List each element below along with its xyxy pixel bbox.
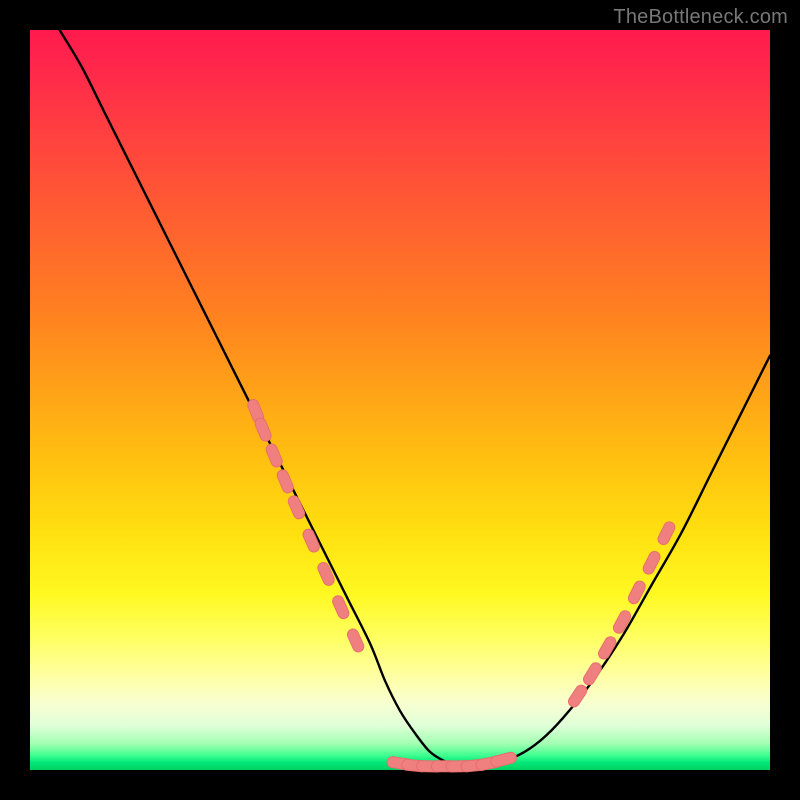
curve-marker	[276, 468, 296, 494]
curve-marker	[253, 416, 272, 442]
bottleneck-curve	[60, 30, 770, 767]
plot-area	[30, 30, 770, 770]
chart-stage: TheBottleneck.com	[0, 0, 800, 800]
optimal-band-markers	[246, 398, 677, 772]
curve-layer	[30, 30, 770, 770]
curve-marker	[490, 751, 518, 768]
curve-marker	[656, 520, 677, 546]
curve-marker	[627, 579, 648, 605]
watermark-text: TheBottleneck.com	[613, 6, 788, 29]
curve-marker	[566, 683, 588, 709]
curve-marker	[346, 627, 366, 653]
curve-marker	[264, 442, 284, 468]
curve-marker	[316, 561, 336, 587]
curve-marker	[581, 661, 603, 687]
